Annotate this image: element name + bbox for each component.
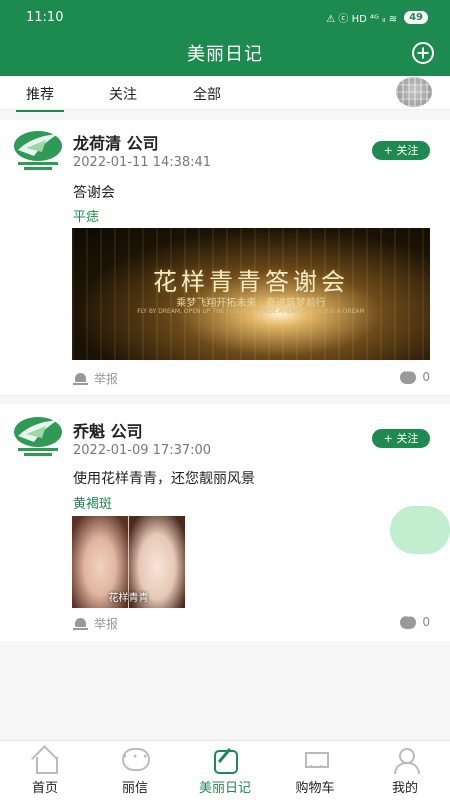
image-subtitle: 乘梦飞翔开拓未来 · 奋进筑梦前行: [176, 298, 326, 309]
divider: [0, 395, 450, 396]
nav-cart[interactable]: 购物车: [280, 747, 350, 796]
post-date: 2022-01-09 17:37:00: [73, 443, 212, 458]
post-content: 答谢会: [73, 185, 115, 201]
nav-label: 购物车: [295, 781, 335, 796]
divider: [0, 642, 450, 643]
battery-indicator: 49: [404, 10, 428, 24]
post-tag[interactable]: 黄褐斑: [73, 493, 112, 512]
post-date: 2022-01-11 14:38:41: [73, 155, 212, 170]
tab-bar: 推荐 关注 全部: [0, 76, 450, 112]
tab-following[interactable]: 关注: [109, 84, 137, 104]
status-time: 11:10: [26, 9, 64, 25]
nav-label: 丽信: [121, 781, 148, 796]
follow-button[interactable]: + 关注: [372, 141, 430, 160]
nav-profile[interactable]: 我的: [370, 747, 440, 796]
company-logo-icon[interactable]: [12, 128, 64, 172]
status-icons: ⚠ ⓒ HD ⁴ᴳ ᵢₗ ≋ 49: [326, 10, 428, 25]
bottom-nav: 首页 丽信 美丽日记 购物车 我的: [0, 740, 450, 800]
comment-icon: [400, 367, 417, 384]
plus-circle-icon[interactable]: [412, 42, 434, 64]
follow-button[interactable]: + 关注: [372, 429, 430, 448]
report-label: 举报: [94, 372, 119, 386]
nav-label: 首页: [31, 781, 58, 796]
status-bar: 11:10 ⚠ ⓒ HD ⁴ᴳ ᵢₗ ≋ 49: [0, 0, 450, 34]
user-avatar[interactable]: [396, 77, 432, 107]
comment-icon: [400, 612, 417, 629]
nav-label: 我的: [391, 781, 418, 796]
post-author[interactable]: 龙荷清 公司: [73, 130, 159, 154]
chat-icon: [121, 747, 150, 773]
image-subtitle-en: FLY BY DREAM, OPEN UP THE FUTURE · FORGE…: [137, 308, 365, 315]
comment-button[interactable]: 0: [400, 367, 430, 384]
tab-recommended[interactable]: 推荐: [16, 84, 64, 112]
report-button[interactable]: 举报: [73, 370, 118, 387]
nav-diary[interactable]: 美丽日记: [190, 747, 260, 796]
comment-button[interactable]: 0: [400, 612, 430, 629]
post-image[interactable]: 花样青青答谢会 乘梦飞翔开拓未来 · 奋进筑梦前行 FLY BY DREAM, …: [72, 228, 430, 360]
tab-all[interactable]: 全部: [193, 84, 221, 104]
home-icon: [31, 747, 59, 774]
post-content: 使用花样青青，还您靓丽风景: [73, 471, 255, 487]
app-header: 11:10 ⚠ ⓒ HD ⁴ᴳ ᵢₗ ≋ 49 美丽日记: [0, 0, 450, 76]
nav-home[interactable]: 首页: [10, 747, 80, 796]
status-icons-glyphs: ⚠ ⓒ HD ⁴ᴳ ᵢₗ ≋: [326, 13, 398, 25]
post-tag[interactable]: 平痣: [73, 206, 99, 225]
comment-count: 0: [422, 370, 430, 384]
diary-icon: [211, 747, 239, 774]
post-image[interactable]: 花样青青: [72, 516, 185, 608]
alarm-icon: [73, 617, 88, 630]
nav-messages[interactable]: 丽信: [100, 747, 170, 796]
page-title: 美丽日记: [187, 44, 263, 65]
image-title: 花样青青答谢会: [153, 268, 349, 296]
user-icon: [391, 747, 420, 774]
comment-count: 0: [422, 615, 430, 629]
image-caption: 花样青青: [108, 593, 149, 604]
report-label: 举报: [94, 617, 119, 631]
cart-icon: [301, 747, 329, 773]
nav-label: 美丽日记: [198, 781, 251, 796]
alarm-icon: [73, 372, 88, 385]
post-card: 龙荷清 公司 2022-01-11 14:38:41 + 关注 答谢会 平痣 花…: [0, 120, 450, 396]
floating-action-button[interactable]: [390, 506, 450, 554]
post-card: 乔魁 公司 2022-01-09 17:37:00 + 关注 使用花样青青，还您…: [0, 404, 450, 644]
report-button[interactable]: 举报: [73, 615, 118, 632]
company-logo-icon[interactable]: [12, 414, 64, 458]
post-author[interactable]: 乔魁 公司: [73, 418, 143, 442]
